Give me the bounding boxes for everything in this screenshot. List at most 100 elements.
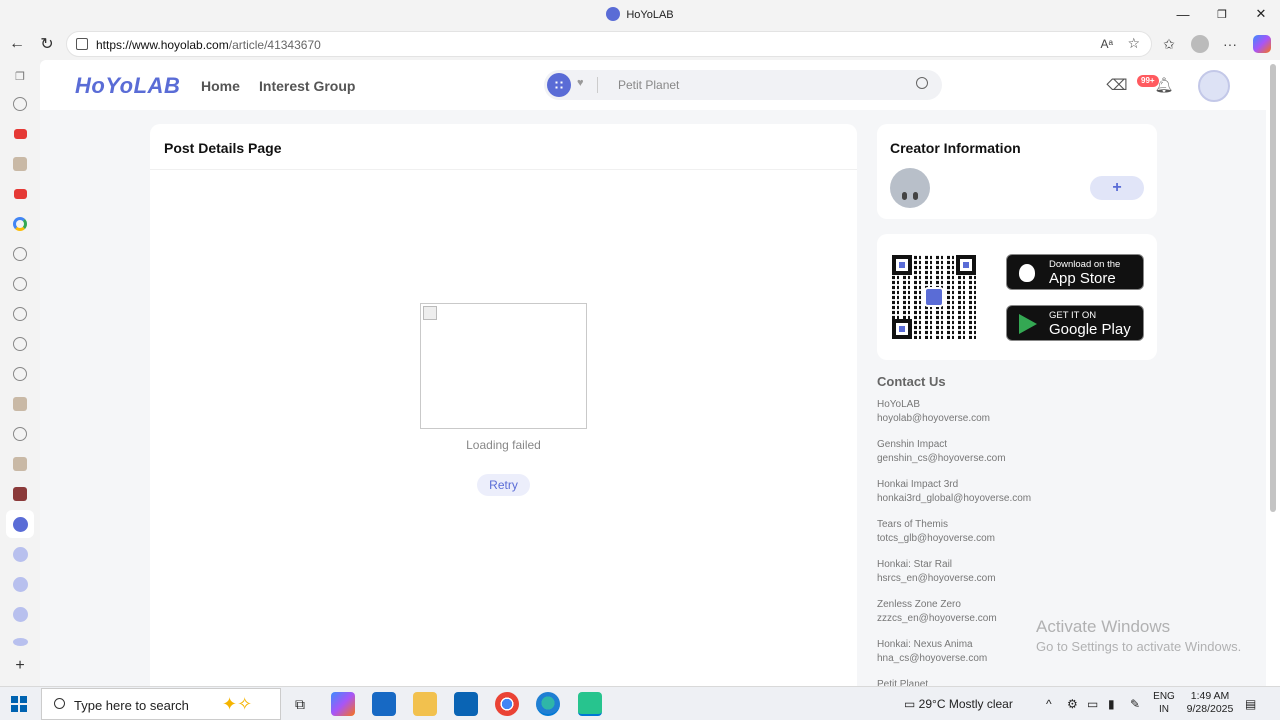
tab-thumbnail-icon[interactable] — [12, 486, 28, 502]
new-tab-plus-icon[interactable]: + — [12, 657, 28, 674]
heart-chevron-icon[interactable]: ♥ — [577, 77, 584, 89]
profile-icon[interactable] — [1190, 34, 1210, 54]
hoyolab-favicon-icon — [606, 7, 621, 21]
contact-email[interactable]: genshin_cs@hoyoverse.com — [877, 452, 1157, 466]
close-window-button[interactable]: ✕ — [1242, 0, 1280, 28]
nav-home-link[interactable]: Home — [201, 78, 240, 94]
tab-globe-icon[interactable] — [12, 246, 28, 262]
tab-globe-icon[interactable] — [12, 366, 28, 382]
store-app-icon[interactable] — [372, 692, 396, 716]
read-aloud-icon[interactable]: Aᵃ — [1101, 37, 1113, 51]
page-scrollbar[interactable] — [1266, 60, 1280, 686]
tab-globe-icon[interactable] — [12, 276, 28, 292]
lock-icon — [76, 38, 88, 50]
contact-name: Zenless Zone Zero — [877, 599, 961, 610]
windows-taskbar: Type here to search ✦✧ ⧉ ▭ 29°C Mostly c… — [0, 686, 1280, 720]
scrollbar-thumb[interactable] — [1270, 64, 1276, 512]
favorites-icon[interactable]: ✩ — [1159, 34, 1179, 54]
sparkle-icon: ✦✧ — [222, 694, 253, 714]
tray-pen-icon[interactable]: ✎ — [1130, 697, 1140, 711]
tab-thumbnail-icon[interactable] — [12, 156, 28, 172]
tab-google-icon[interactable] — [12, 216, 28, 232]
contact-name: Genshin Impact — [877, 439, 948, 450]
contact-email[interactable]: hsrcs_en@hoyoverse.com — [877, 572, 1157, 586]
file-explorer-icon[interactable] — [413, 692, 437, 716]
web-page: HoYoLAB Home Interest Group ♥ Petit Plan… — [40, 60, 1266, 686]
notification-center-icon[interactable]: ▤ — [1245, 697, 1256, 711]
tray-app-icon[interactable]: ⚙ — [1067, 697, 1078, 711]
search-icon — [54, 698, 65, 709]
creator-heading: Creator Information — [890, 140, 1021, 156]
contact-email[interactable]: honkai3rd_global@hoyoverse.com — [877, 492, 1157, 506]
address-bar[interactable]: https://www.hoyolab.com/article/41343670… — [66, 31, 1152, 57]
tab-hoyolab-icon[interactable] — [12, 576, 28, 592]
more-menu-icon[interactable]: ··· — [1220, 34, 1240, 54]
broken-image-placeholder — [420, 303, 587, 429]
task-view-icon[interactable]: ⧉ — [288, 692, 312, 716]
user-avatar[interactable] — [1198, 70, 1230, 102]
hoyolab-logo[interactable]: HoYoLAB — [75, 73, 180, 99]
weather-widget[interactable]: ▭ 29°C Mostly clear — [904, 697, 1013, 711]
creator-avatar[interactable] — [890, 168, 930, 208]
nav-interest-group-link[interactable]: Interest Group — [259, 78, 355, 94]
tab-globe-icon[interactable] — [12, 336, 28, 352]
chrome-icon[interactable] — [495, 692, 519, 716]
tab-hoyolab-icon[interactable] — [12, 634, 28, 650]
contact-email[interactable]: totcs_glb@hoyoverse.com — [877, 532, 1157, 546]
tab-hoyolab-icon[interactable] — [12, 546, 28, 562]
google-play-button[interactable]: GET IT ON Google Play — [1006, 305, 1144, 341]
search-input[interactable]: Petit Planet — [618, 78, 679, 92]
copilot-icon[interactable] — [1252, 34, 1272, 54]
contact-email[interactable]: hoyolab@hoyoverse.com — [877, 412, 1157, 426]
restore-button[interactable]: ❐ — [1203, 0, 1241, 28]
back-button[interactable]: ← — [5, 32, 29, 56]
browser-toolbar: ← ↻ https://www.hoyolab.com/article/4134… — [0, 28, 1280, 60]
refresh-button[interactable]: ↻ — [35, 32, 59, 56]
window-title: HoYoLAB — [0, 7, 1280, 21]
messaging-app-icon[interactable] — [578, 692, 602, 716]
edge-icon[interactable] — [536, 692, 560, 716]
page-title: Post Details Page — [164, 140, 282, 156]
app-store-line2: App Store — [1049, 270, 1116, 287]
taskbar-search-box[interactable]: Type here to search ✦✧ — [41, 688, 281, 720]
window-title-text: HoYoLAB — [626, 9, 674, 21]
app-store-button[interactable]: Download on the App Store — [1006, 254, 1144, 290]
favorite-star-icon[interactable]: ☆ — [1127, 35, 1140, 52]
weather-icon: ▭ — [904, 697, 919, 711]
search-bar[interactable]: ♥ Petit Planet — [544, 70, 942, 100]
clock-time: 1:49 AM — [1190, 690, 1230, 702]
app-download-card: Download on the App Store GET IT ON Goog… — [877, 234, 1157, 360]
tab-youtube-icon[interactable] — [12, 186, 28, 202]
tab-hoyolab-icon[interactable] — [12, 606, 28, 622]
taskbar-clock[interactable]: 1:49 AM 9/28/2025 — [1182, 690, 1238, 716]
outlook-icon[interactable] — [454, 692, 478, 716]
tab-globe-icon[interactable] — [12, 96, 28, 112]
tab-globe-icon[interactable] — [12, 426, 28, 442]
tray-chevron-icon[interactable]: ^ — [1046, 697, 1052, 711]
follow-button[interactable]: + — [1090, 176, 1144, 200]
qr-finder — [956, 255, 976, 275]
language-indicator[interactable]: ENG IN — [1152, 690, 1176, 716]
contact-item: Honkai: Star Rail hsrcs_en@hoyoverse.com — [877, 558, 1157, 585]
contact-heading: Contact Us — [877, 374, 946, 389]
windows-start-icon[interactable] — [11, 696, 27, 712]
tab-thumbnail-icon[interactable] — [12, 456, 28, 472]
tab-youtube-icon[interactable] — [12, 126, 28, 142]
contact-item: Tears of Themis totcs_glb@hoyoverse.com — [877, 518, 1157, 545]
tray-network-icon[interactable]: ▭ — [1087, 697, 1098, 711]
app-store-line1: Download on the — [1049, 259, 1121, 270]
retry-button[interactable]: Retry — [477, 474, 530, 496]
tab-actions-icon[interactable]: ❐ — [12, 68, 28, 84]
tab-globe-icon[interactable] — [12, 306, 28, 322]
notification-badge: 99+ — [1137, 75, 1159, 87]
minimize-button[interactable]: — — [1164, 0, 1202, 28]
contact-name: Tears of Themis — [877, 519, 948, 530]
search-icon[interactable] — [916, 77, 928, 89]
create-post-eraser-icon[interactable]: ⌫ — [1106, 75, 1127, 95]
game-selector-icon[interactable] — [547, 73, 571, 97]
tab-hoyolab-icon[interactable] — [12, 516, 28, 532]
tab-thumbnail-icon[interactable] — [12, 396, 28, 412]
copilot-app-icon[interactable] — [331, 692, 355, 716]
qr-hoyolab-logo — [924, 287, 944, 307]
tray-mic-icon[interactable]: ▮ — [1108, 697, 1115, 711]
